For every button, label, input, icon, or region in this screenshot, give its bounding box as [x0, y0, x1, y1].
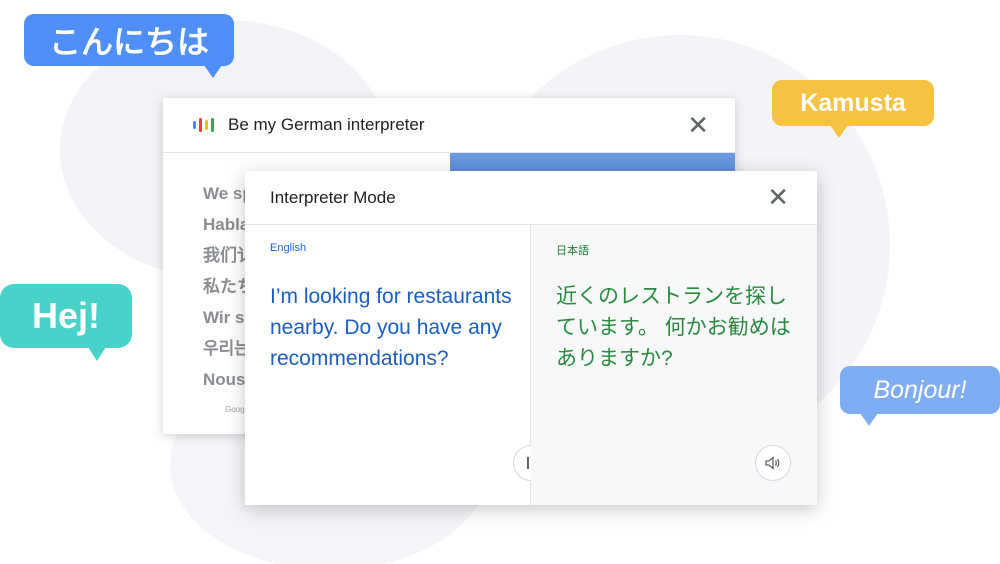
bubble-tail — [860, 413, 878, 426]
greeting-text: Hej! — [31, 295, 100, 336]
target-pane: 日本語 近くのレストランを探しています。 何かお勧めはありますか? — [531, 225, 817, 505]
source-text: I’m looking for restaurants nearby. Do y… — [270, 285, 512, 370]
greeting-bubble-filipino: Kamusta — [772, 80, 934, 138]
interpreter-mode-title: Interpreter Mode — [270, 187, 396, 207]
back-card-header: Be my German interpreter ✕ — [163, 98, 735, 153]
greeting-text: Bonjour! — [873, 375, 967, 404]
source-pane: English I’m looking for restaurants near… — [245, 225, 549, 505]
bubble-tail — [88, 347, 106, 361]
greeting-bubble-japanese: こんにちは — [24, 14, 234, 78]
greeting-bubble-french: Bonjour! — [840, 366, 1000, 426]
google-assistant-bars-icon — [193, 118, 214, 132]
speaker-button[interactable] — [755, 445, 791, 481]
greeting-text: こんにちは — [48, 24, 209, 60]
speaker-icon — [765, 456, 780, 470]
bubble-tail — [830, 125, 848, 138]
source-language-label: English — [270, 242, 307, 254]
interpreter-mode-card: Interpreter Mode ✕ English I’m looking f… — [245, 171, 817, 505]
bubble-tail — [204, 65, 222, 78]
interpreter-mode-header: Interpreter Mode ✕ — [245, 171, 817, 225]
target-language-label: 日本語 — [556, 245, 589, 257]
close-icon[interactable]: ✕ — [687, 112, 709, 138]
target-text: 近くのレストランを探しています。 何かお勧めはありますか? — [556, 285, 791, 370]
back-card-title: Be my German interpreter — [228, 115, 425, 134]
stage: Be my German interpreter ✕ We sp Habla 我… — [0, 0, 1000, 564]
greeting-text: Kamusta — [800, 88, 906, 117]
greeting-bubble-swedish: Hej! — [0, 284, 132, 361]
close-icon[interactable]: ✕ — [767, 184, 789, 210]
